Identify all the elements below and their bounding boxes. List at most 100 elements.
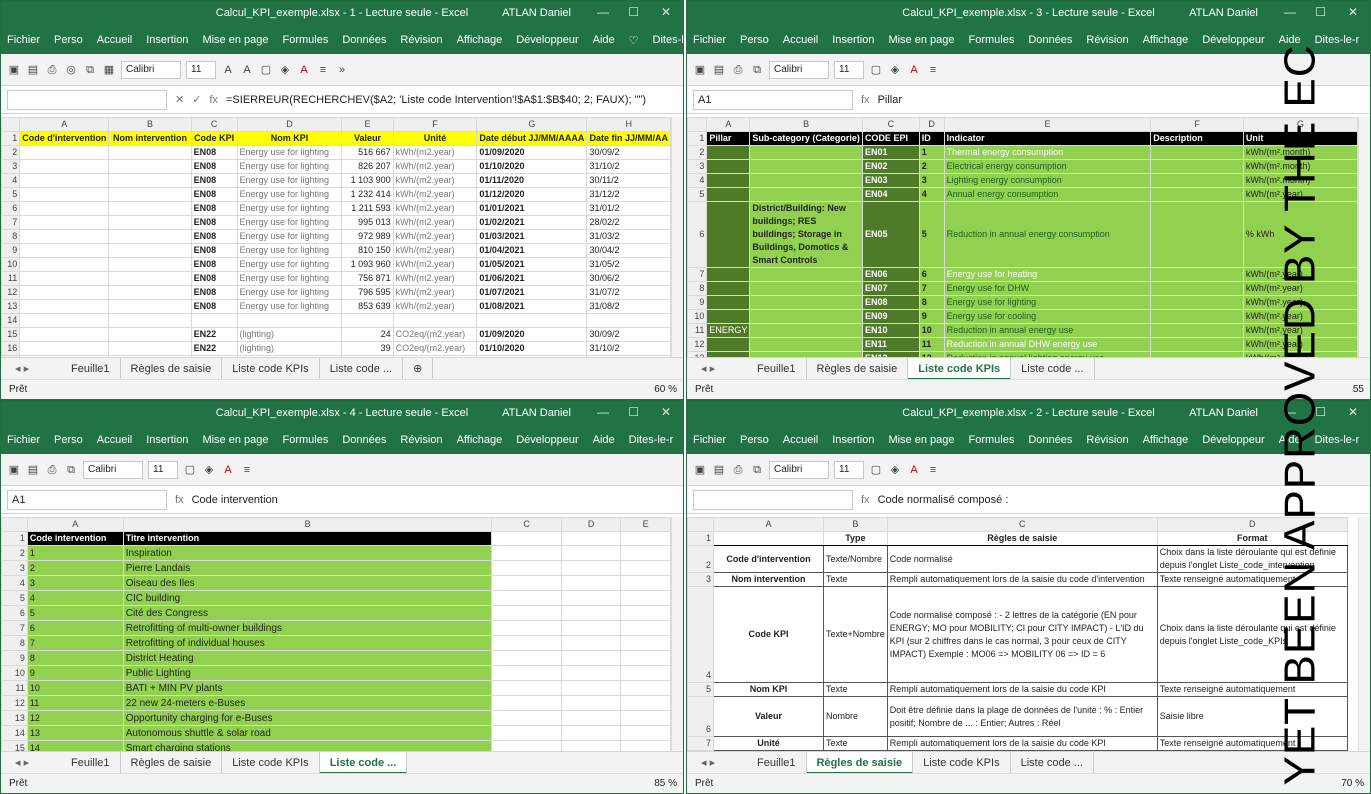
cell[interactable]: 30/04/2 [586,243,671,258]
kpi-code-cell[interactable]: EN09 [861,309,920,324]
row-header[interactable]: 16 [1,341,21,356]
cell[interactable]: 810 150 [341,243,394,258]
menu-perso[interactable]: Perso [740,434,769,446]
indicator-cell[interactable]: Annual energy consumption [943,187,1152,202]
save-icon[interactable]: ▣ [7,463,21,477]
cell[interactable]: kWh/(m2.year) [392,299,478,314]
formula-input[interactable]: =SIERREUR(RECHERCHEV($A2; 'Liste code In… [226,94,646,106]
kpi-code-cell[interactable]: EN06 [861,267,920,282]
tab-kpis[interactable]: Liste code KPIs [222,357,320,380]
kpi-id-cell[interactable]: 3 [918,173,945,188]
cell[interactable] [108,299,192,314]
row-header[interactable]: 1 [687,131,708,146]
cell[interactable]: Energy use for lighting [236,173,343,188]
header-cell[interactable]: Nom KPI [236,131,343,146]
border-icon[interactable]: ▢ [869,463,883,477]
intervention-title[interactable]: 22 new 24-meters e-Buses [122,695,493,711]
function-icon[interactable]: fx [175,494,184,506]
header-cell[interactable]: Nom intervention [108,131,192,146]
row-header[interactable]: 7 [687,267,708,282]
indicator-cell[interactable]: Energy use for DHW [943,281,1152,296]
row-header[interactable]: 12 [1,695,28,711]
row-header[interactable]: 3 [1,159,21,174]
description-cell[interactable] [1150,201,1244,268]
cell[interactable]: 01/09/2020 [476,327,588,342]
pillar-cell[interactable] [706,281,751,296]
cell[interactable] [108,243,192,258]
fill-color-icon[interactable]: ◈ [888,63,902,77]
column-header[interactable]: C [886,517,1158,532]
cell[interactable]: kWh/(m2.year) [392,285,478,300]
subcategory-cell[interactable] [749,145,863,160]
cell[interactable] [491,725,562,741]
cell[interactable] [19,285,110,300]
name-box[interactable] [693,489,853,510]
cell[interactable] [491,531,562,546]
row-header[interactable]: 8 [687,281,708,296]
subcategory-cell[interactable] [749,159,863,174]
cell[interactable]: EN08 [190,243,238,258]
menu-fichier[interactable]: Fichier [7,34,40,46]
column-header[interactable]: B [749,117,863,132]
cell[interactable] [560,710,622,726]
rule-cell[interactable]: Code normalisé composé : - 2 lettres de … [886,586,1158,683]
cell[interactable] [491,635,562,651]
corner-cell[interactable] [1,117,21,132]
cell[interactable] [620,650,671,666]
align-icon[interactable]: ≡ [926,463,940,477]
row-header[interactable]: 4 [687,173,708,188]
indicator-cell[interactable]: Energy use for lighting [943,295,1152,310]
cell[interactable] [620,590,671,606]
cell[interactable]: EN08 [190,285,238,300]
cell[interactable]: 01/06/2021 [476,271,588,286]
row-header[interactable]: 6 [687,696,714,737]
pillar-cell[interactable] [706,173,751,188]
vertical-scrollbar[interactable] [671,117,683,357]
font-size-box[interactable]: 11 [834,60,864,79]
row-header[interactable]: 5 [1,187,21,202]
kpi-id-cell[interactable]: 10 [918,323,945,338]
header-cell[interactable]: Code KPI [190,131,238,146]
cell[interactable] [620,605,671,621]
header-cell[interactable] [713,531,824,546]
intervention-code[interactable]: 5 [26,605,124,621]
rule-cell[interactable]: Code d'intervention [713,545,824,573]
cell[interactable]: 756 871 [341,271,394,286]
copy-icon[interactable]: ⧉ [64,463,78,477]
rule-cell[interactable]: Doit être définie dans la plage de donné… [886,696,1158,737]
subcategory-cell[interactable] [749,267,863,282]
row-header[interactable]: 12 [1,285,21,300]
copy-icon[interactable]: ⧉ [750,63,764,77]
cell[interactable] [560,725,622,741]
pillar-cell[interactable] [706,337,751,352]
kpi-code-cell[interactable]: EN08 [861,295,920,310]
save-icon[interactable]: ▣ [693,463,707,477]
cell[interactable]: 01/08/2021 [476,299,588,314]
menu-formules[interactable]: Formules [282,434,328,446]
tab-nav-icon[interactable]: ◂ ▸ [1,756,61,769]
cell[interactable] [560,620,622,636]
cell[interactable]: 31/12/2 [586,187,671,202]
maximize-icon[interactable]: ☐ [628,5,639,19]
minimize-icon[interactable]: — [597,405,609,419]
intervention-title[interactable]: Pierre Landais [122,560,493,576]
row-header[interactable]: 5 [687,187,708,202]
rule-cell[interactable]: Texte [823,736,888,751]
menu-aide[interactable]: Aide [593,34,615,46]
menu-affichage[interactable]: Affichage [457,34,503,46]
row-header[interactable]: 2 [1,545,28,561]
function-icon[interactable]: fx [209,94,218,106]
header-cell[interactable]: Code d'intervention [19,131,110,146]
save-as-icon[interactable]: ▤ [712,63,726,77]
row-header[interactable]: 15 [1,740,28,751]
cell[interactable] [620,575,671,591]
cell[interactable] [19,145,110,160]
close-icon[interactable]: ✕ [1348,5,1358,19]
minimize-icon[interactable]: — [1284,5,1296,19]
menu-donnees[interactable]: Données [1028,434,1072,446]
cell[interactable] [491,560,562,576]
cell[interactable] [560,680,622,696]
subcategory-cell[interactable] [749,323,863,338]
cell[interactable]: Energy use for lighting [236,243,343,258]
cell[interactable] [108,159,192,174]
